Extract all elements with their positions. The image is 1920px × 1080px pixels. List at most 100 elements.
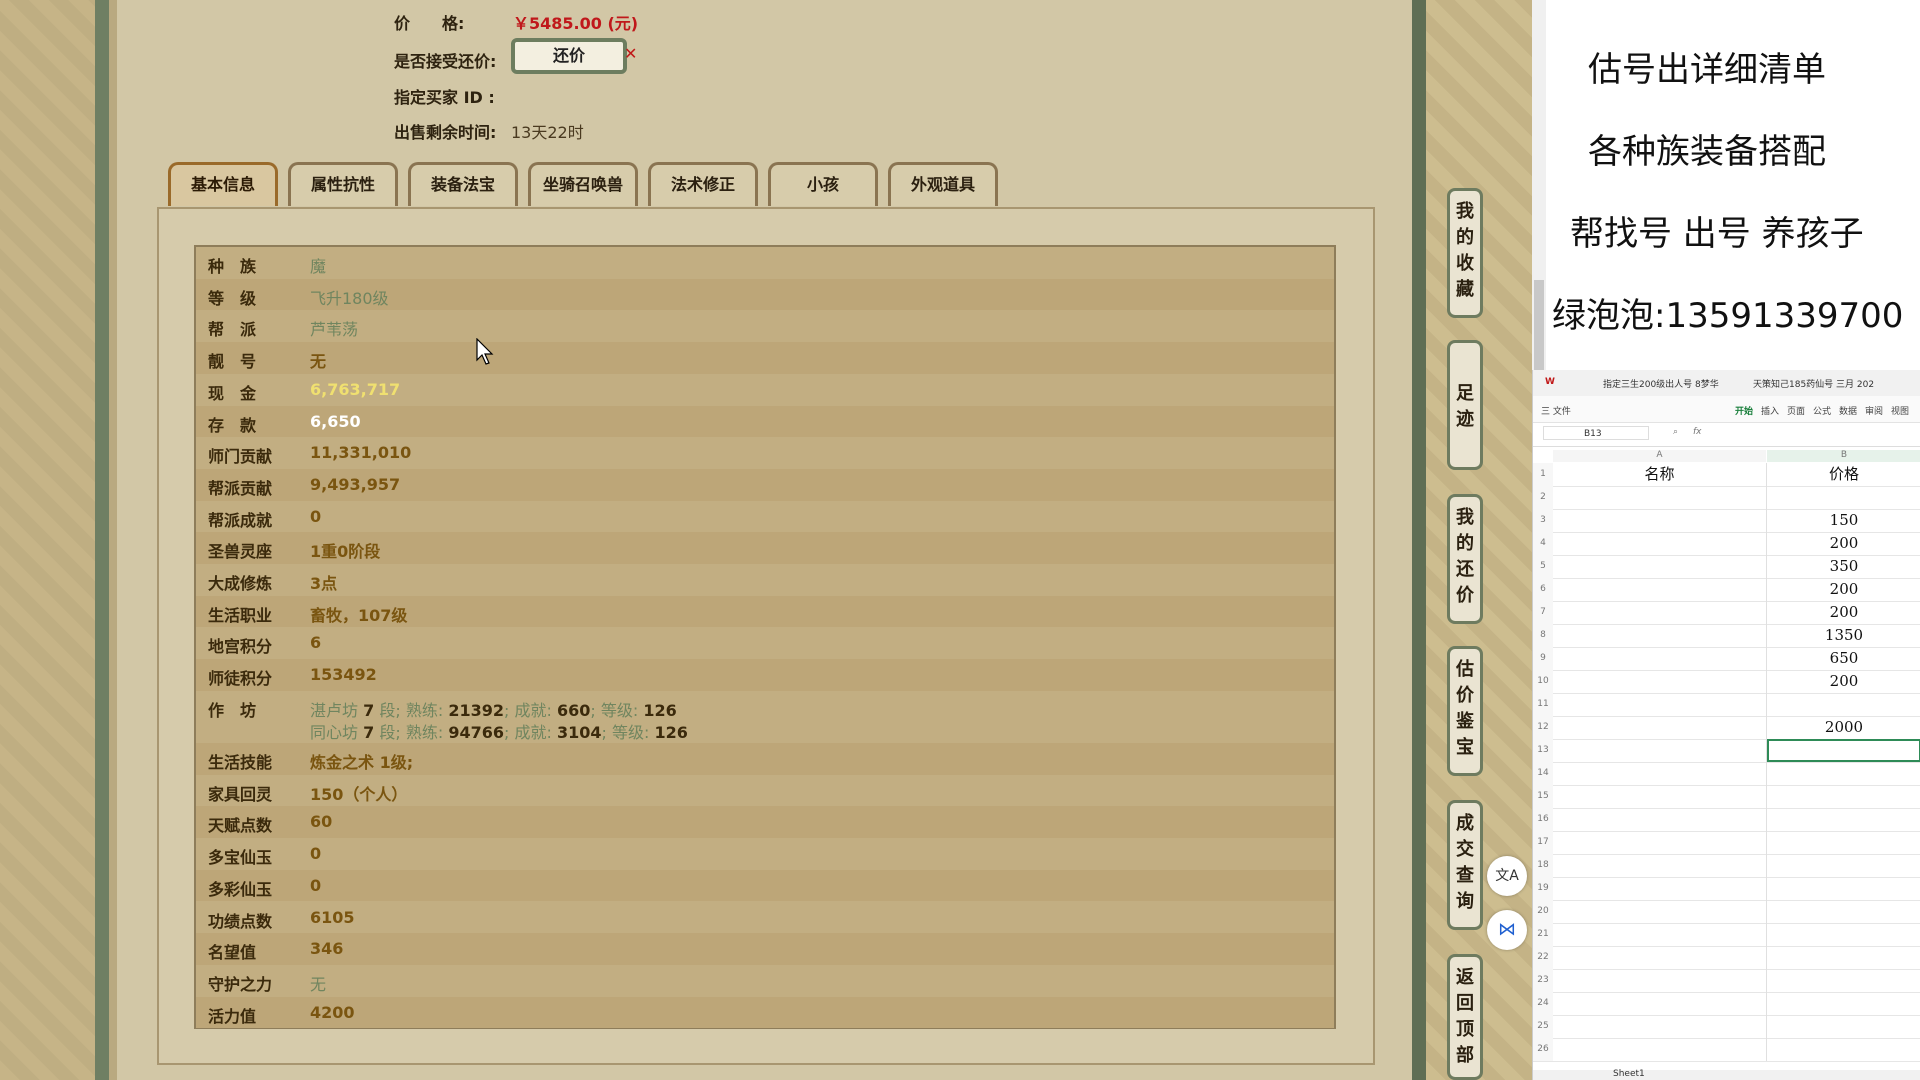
tab-equipment[interactable]: 装备法宝 — [408, 162, 518, 206]
cell-b[interactable] — [1767, 992, 1920, 1015]
cell-a[interactable] — [1553, 854, 1767, 877]
row-number[interactable]: 11 — [1533, 693, 1553, 716]
cell-a[interactable] — [1553, 992, 1767, 1015]
valuation-button[interactable]: 估价鉴宝 — [1447, 646, 1483, 776]
cell-a[interactable] — [1553, 831, 1767, 854]
tab-appearance-items[interactable]: 外观道具 — [888, 162, 998, 206]
cell-b[interactable] — [1767, 831, 1920, 854]
row-number[interactable]: 13 — [1533, 739, 1553, 762]
cell-b[interactable]: 200 — [1767, 601, 1920, 624]
row-number[interactable]: 26 — [1533, 1038, 1553, 1061]
cell-b[interactable]: 价格 — [1767, 463, 1920, 486]
cell-a[interactable] — [1553, 647, 1767, 670]
network-icon[interactable]: ⋈ — [1487, 910, 1527, 950]
column-header-a[interactable]: A — [1553, 450, 1766, 462]
cell-b[interactable] — [1767, 969, 1920, 992]
counter-offer-button[interactable]: 还价 — [511, 38, 627, 74]
row-number[interactable]: 4 — [1533, 532, 1553, 555]
cell-b[interactable]: 650 — [1767, 647, 1920, 670]
menu-page[interactable]: 页面 — [1787, 404, 1805, 417]
row-number[interactable]: 18 — [1533, 854, 1553, 877]
row-number[interactable]: 1 — [1533, 463, 1553, 486]
cell-a[interactable] — [1553, 808, 1767, 831]
row-number[interactable]: 25 — [1533, 1015, 1553, 1038]
my-counter-offers-button[interactable]: 我的还价 — [1447, 494, 1483, 624]
row-number[interactable]: 6 — [1533, 578, 1553, 601]
cell-a[interactable] — [1553, 555, 1767, 578]
sheet-tab[interactable]: Sheet1 — [1613, 1069, 1645, 1079]
cell-a[interactable] — [1553, 739, 1767, 762]
cell-a[interactable]: 名称 — [1553, 463, 1767, 486]
row-number[interactable]: 10 — [1533, 670, 1553, 693]
translate-icon[interactable]: 文A — [1487, 856, 1527, 896]
row-number[interactable]: 9 — [1533, 647, 1553, 670]
transaction-query-button[interactable]: 成交查询 — [1447, 800, 1483, 930]
cell-b[interactable]: 2000 — [1767, 716, 1920, 739]
row-number[interactable]: 17 — [1533, 831, 1553, 854]
cell-b[interactable]: 200 — [1767, 670, 1920, 693]
cell-b[interactable] — [1767, 785, 1920, 808]
tab-basic-info[interactable]: 基本信息 — [168, 162, 278, 206]
row-number[interactable]: 22 — [1533, 946, 1553, 969]
cell-b[interactable] — [1767, 923, 1920, 946]
back-to-top-button[interactable]: 返回顶部 — [1447, 954, 1483, 1080]
row-number[interactable]: 21 — [1533, 923, 1553, 946]
cell-b[interactable]: 200 — [1767, 532, 1920, 555]
row-number[interactable]: 14 — [1533, 762, 1553, 785]
cell-a[interactable] — [1553, 762, 1767, 785]
cell-a[interactable] — [1553, 923, 1767, 946]
cell-b[interactable]: 350 — [1767, 555, 1920, 578]
row-number[interactable]: 8 — [1533, 624, 1553, 647]
row-number[interactable]: 3 — [1533, 509, 1553, 532]
row-number[interactable]: 20 — [1533, 900, 1553, 923]
tab-mounts-summons[interactable]: 坐骑召唤兽 — [528, 162, 638, 206]
footprint-button[interactable]: 足迹 — [1447, 340, 1483, 470]
cell-b[interactable] — [1767, 1038, 1920, 1061]
cell-a[interactable] — [1553, 578, 1767, 601]
cell-a[interactable] — [1553, 946, 1767, 969]
cell-a[interactable] — [1553, 693, 1767, 716]
cell-a[interactable] — [1553, 601, 1767, 624]
menu-home[interactable]: 开始 — [1735, 404, 1753, 417]
cell-reference-input[interactable]: B13 — [1543, 426, 1649, 440]
menu-review[interactable]: 审阅 — [1865, 404, 1883, 417]
cell-b[interactable]: 150 — [1767, 509, 1920, 532]
menu-data[interactable]: 数据 — [1839, 404, 1857, 417]
file-tab[interactable]: 指定三生200级出人号 8梦华 — [1603, 377, 1723, 390]
menu-insert[interactable]: 插入 — [1761, 404, 1779, 417]
scrollbar-thumb[interactable] — [1534, 280, 1544, 370]
cell-a[interactable] — [1553, 785, 1767, 808]
cell-a[interactable] — [1553, 1015, 1767, 1038]
row-number[interactable]: 19 — [1533, 877, 1553, 900]
column-header-b[interactable]: B — [1767, 450, 1920, 462]
cell-b[interactable]: 1350 — [1767, 624, 1920, 647]
cell-b[interactable] — [1767, 900, 1920, 923]
file-tab[interactable]: 天策知己185药仙号 三月 202 — [1753, 377, 1893, 390]
close-icon[interactable]: ✕ — [624, 44, 637, 63]
cell-a[interactable] — [1553, 969, 1767, 992]
cell-a[interactable] — [1553, 486, 1767, 509]
row-number[interactable]: 15 — [1533, 785, 1553, 808]
row-number[interactable]: 24 — [1533, 992, 1553, 1015]
cell-b[interactable] — [1767, 877, 1920, 900]
cell-a[interactable] — [1553, 532, 1767, 555]
cell-b[interactable] — [1767, 762, 1920, 785]
cell-b[interactable] — [1767, 693, 1920, 716]
tab-attributes[interactable]: 属性抗性 — [288, 162, 398, 206]
cell-b[interactable] — [1767, 486, 1920, 509]
menu-file[interactable]: 三 文件 — [1541, 404, 1571, 417]
cell-a[interactable] — [1553, 716, 1767, 739]
cell-a[interactable] — [1553, 624, 1767, 647]
cell-b[interactable] — [1767, 854, 1920, 877]
menu-formula[interactable]: 公式 — [1813, 404, 1831, 417]
app-logo-icon[interactable]: W — [1545, 377, 1555, 387]
row-number[interactable]: 7 — [1533, 601, 1553, 624]
cell-b[interactable] — [1767, 1015, 1920, 1038]
tab-spell-correction[interactable]: 法术修正 — [648, 162, 758, 206]
cell-b[interactable] — [1767, 946, 1920, 969]
cell-b[interactable] — [1767, 739, 1920, 762]
my-favorites-button[interactable]: 我的收藏 — [1447, 188, 1483, 318]
cell-a[interactable] — [1553, 509, 1767, 532]
tab-children[interactable]: 小孩 — [768, 162, 878, 206]
cell-a[interactable] — [1553, 877, 1767, 900]
